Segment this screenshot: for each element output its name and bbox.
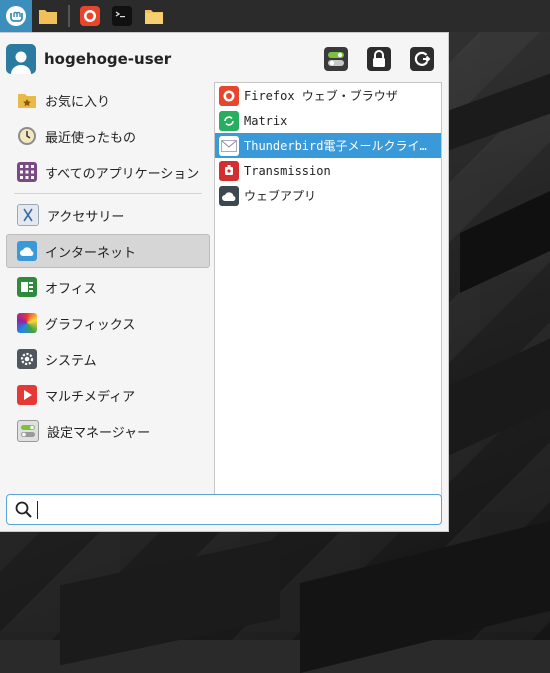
accessories-icon — [17, 204, 39, 226]
app-label: Transmission — [244, 163, 331, 178]
all-apps-icon — [17, 162, 37, 182]
settings-manager-icon — [17, 420, 39, 442]
logout-button[interactable] — [410, 47, 434, 71]
internet-icon — [17, 241, 37, 261]
transmission-icon — [219, 160, 239, 181]
category-label: 最近使ったもの — [45, 130, 137, 146]
panel-firefox-launcher[interactable] — [74, 0, 106, 32]
application-menu: hogehoge-user お気に入り 最近使ったもの すべてのアプリケーション… — [0, 32, 449, 532]
app-label: Thunderbird電子メールクライ… — [244, 139, 427, 153]
app-label: Firefox ウェブ・ブラウザ — [244, 89, 398, 103]
category-multimedia[interactable]: マルチメディア — [6, 378, 210, 412]
settings-button[interactable] — [324, 47, 348, 71]
thunderbird-icon — [219, 135, 239, 156]
logout-icon — [414, 51, 431, 66]
avatar[interactable] — [6, 44, 36, 74]
multimedia-icon — [17, 385, 37, 405]
lock-screen-button[interactable] — [367, 47, 391, 71]
terminal-icon — [112, 6, 132, 26]
app-webapps[interactable]: ウェブアプリ — [215, 183, 441, 208]
firefox-icon — [219, 85, 239, 106]
lock-icon — [373, 50, 385, 67]
mint-menu-button[interactable] — [0, 0, 32, 32]
graphics-icon — [17, 313, 37, 333]
panel-files-launcher[interactable] — [32, 0, 64, 32]
panel-files-launcher-2[interactable] — [138, 0, 170, 32]
app-transmission[interactable]: Transmission — [215, 158, 441, 183]
category-all-applications[interactable]: すべてのアプリケーション — [6, 155, 210, 189]
category-favorites[interactable]: お気に入り — [6, 83, 210, 117]
favorites-icon — [17, 90, 37, 110]
folder-icon — [39, 10, 57, 24]
category-graphics[interactable]: グラフィックス — [6, 306, 210, 340]
app-firefox[interactable]: Firefox ウェブ・ブラウザ — [215, 83, 441, 108]
category-label: アクセサリー — [47, 209, 125, 225]
search-icon — [15, 501, 32, 518]
category-settings-manager[interactable]: 設定マネージャー — [6, 414, 210, 448]
category-label: 設定マネージャー — [47, 425, 151, 441]
session-actions — [324, 47, 434, 71]
app-label: ウェブアプリ — [244, 189, 317, 203]
category-label: システム — [45, 353, 97, 369]
category-accessories[interactable]: アクセサリー — [6, 198, 210, 232]
webapps-icon — [219, 185, 239, 206]
category-label: オフィス — [45, 281, 97, 297]
user-name: hogehoge-user — [44, 50, 172, 68]
app-label: Matrix — [244, 113, 288, 128]
category-system[interactable]: システム — [6, 342, 210, 376]
category-office[interactable]: オフィス — [6, 270, 210, 304]
office-icon — [17, 277, 37, 297]
category-label: お気に入り — [45, 94, 111, 110]
category-list: お気に入り 最近使ったもの すべてのアプリケーション アクセサリー インターネッ… — [6, 83, 210, 450]
user-avatar-icon — [11, 51, 31, 74]
category-separator — [14, 193, 202, 194]
firefox-icon — [80, 6, 100, 26]
category-label: マルチメディア — [45, 389, 136, 405]
folder-icon — [145, 10, 163, 24]
panel-terminal-launcher[interactable] — [106, 0, 138, 32]
user-info: hogehoge-user — [6, 44, 171, 74]
app-thunderbird[interactable]: Thunderbird電子メールクライ… — [215, 133, 441, 158]
category-label: すべてのアプリケーション — [45, 166, 200, 182]
search-input[interactable] — [38, 497, 441, 522]
category-recent[interactable]: 最近使ったもの — [6, 119, 210, 153]
panel-separator — [68, 5, 70, 27]
settings-toggle-icon — [328, 52, 344, 66]
mint-menu-icon — [6, 6, 26, 26]
category-internet[interactable]: インターネット — [6, 234, 210, 268]
app-matrix[interactable]: Matrix — [215, 108, 441, 133]
matrix-icon — [219, 110, 239, 131]
category-label: グラフィックス — [45, 317, 136, 333]
recent-icon — [17, 126, 37, 146]
search-box[interactable] — [6, 494, 442, 525]
system-icon — [17, 349, 37, 369]
application-list: Firefox ウェブ・ブラウザ Matrix Thunderbird電子メール… — [214, 82, 442, 522]
category-label: インターネット — [45, 245, 137, 261]
top-panel — [0, 0, 550, 32]
